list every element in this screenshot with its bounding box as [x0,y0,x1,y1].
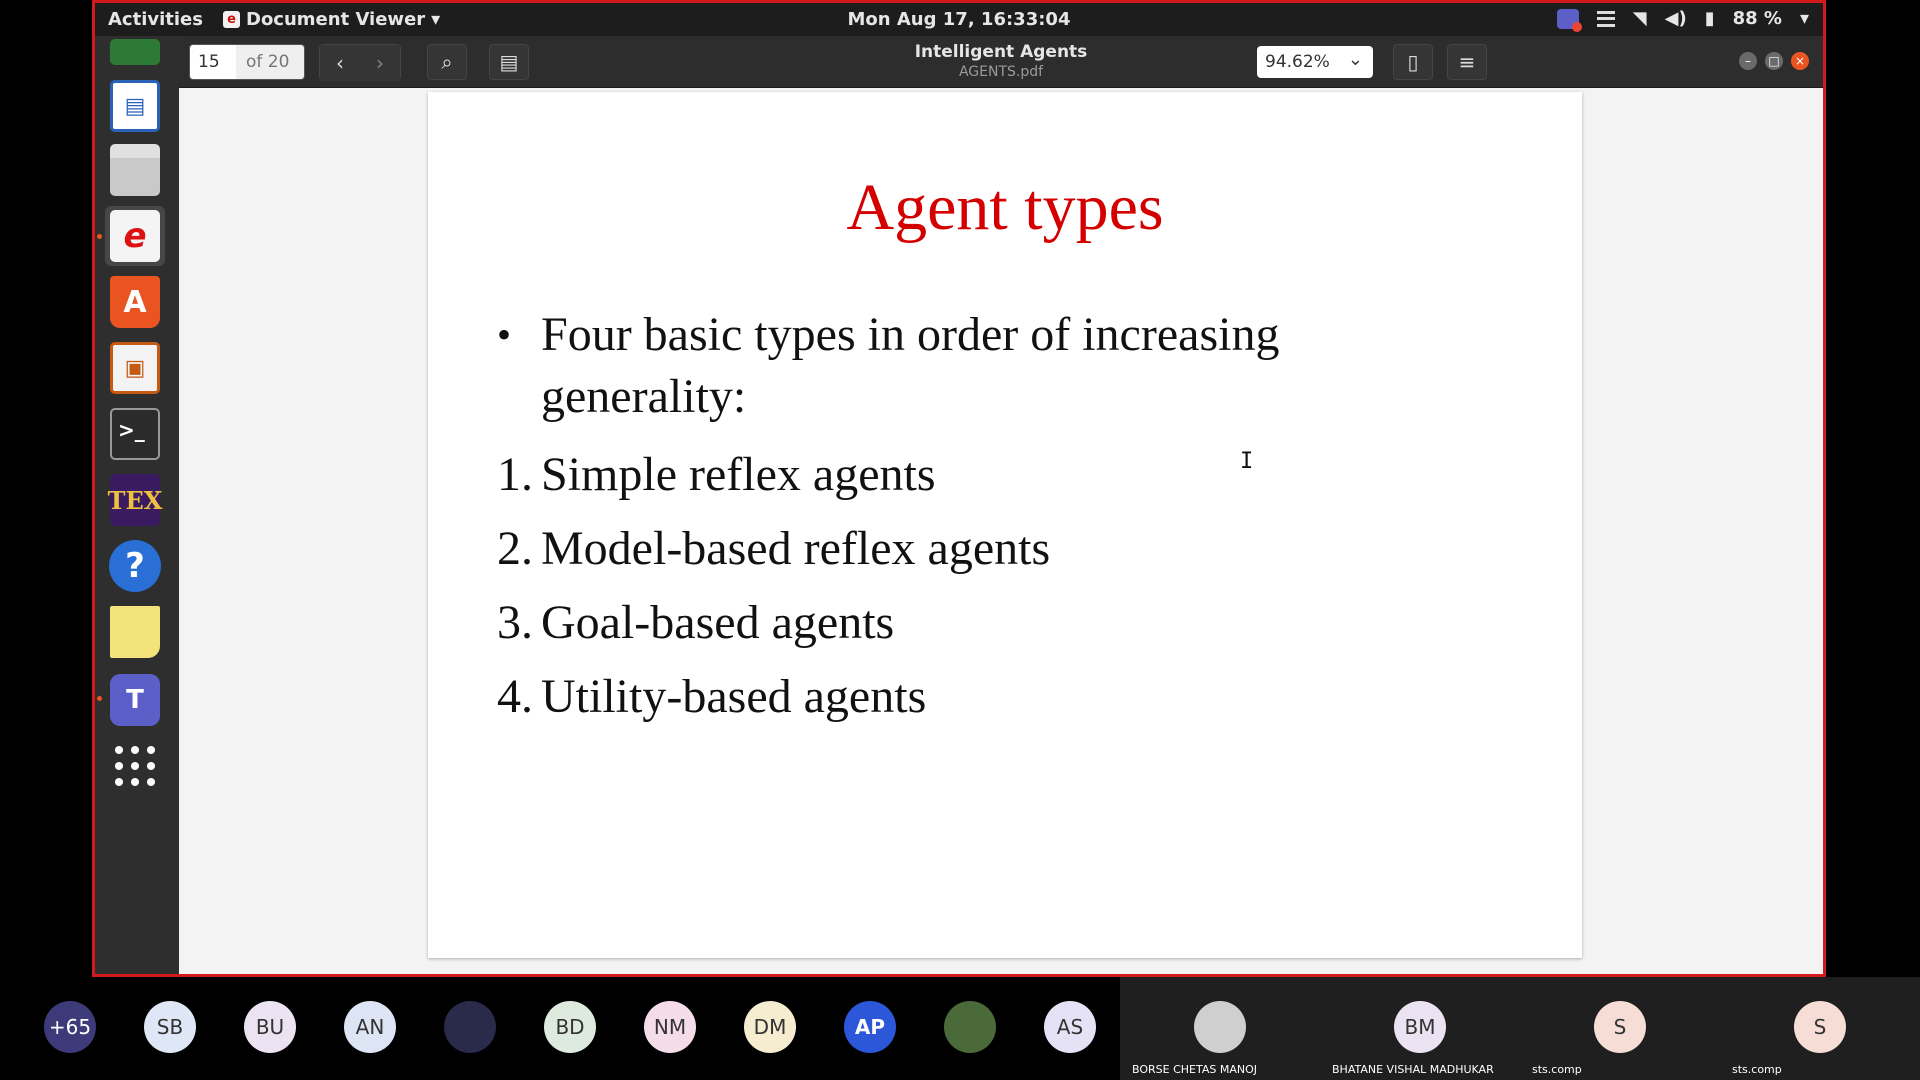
dock-item-impress[interactable]: ▣ [105,338,165,398]
participant-avatar [1194,1001,1246,1053]
participant-avatar[interactable]: AN [344,1001,396,1053]
dock-item-terminal[interactable]: >_ [105,404,165,464]
dock-item-document-viewer[interactable]: e [105,206,165,266]
dock-item-help[interactable]: ? [105,536,165,596]
zoom-level: 94.62% [1265,52,1330,72]
participant-avatar[interactable]: NM [644,1001,696,1053]
document-viewer-window: 15 of 20 ‹ › ⌕ ▤ Intelligent Agents AGEN… [179,36,1823,974]
shared-screen: Activities e Document Viewer ▾ Mon Aug 1… [92,0,1826,977]
dock-item-software[interactable]: A [105,272,165,332]
participant-tile[interactable]: Ssts.comp [1520,977,1720,1080]
libreoffice-calc-icon [110,39,160,65]
participant-avatar[interactable]: AP [844,1001,896,1053]
window-title: Intelligent Agents AGENTS.pdf [179,42,1823,80]
participant-avatar[interactable]: SB [144,1001,196,1053]
libreoffice-impress-icon: ▣ [110,342,160,394]
participant-avatar: BM [1394,1001,1446,1053]
more-participants-badge[interactable]: +65 [44,1001,96,1053]
close-button[interactable]: × [1791,52,1809,70]
continuous-view-button[interactable]: ▯ [1393,44,1433,80]
battery-level: 88 % [1732,8,1782,29]
show-applications-icon [115,746,155,786]
files-icon [110,144,160,196]
slide-title: Agent types [846,171,1164,244]
dock-item-show-applications[interactable] [105,736,165,796]
list-item: 3. Goal-based agents [497,596,895,649]
participant-bar: +65 SB BU AN BD NM DM AP AS BORSE CHETAS MANOJ BM… [0,977,1920,1080]
bullet-text: Four basic types in order of increasing … [541,308,1280,423]
main-menu-button[interactable]: ≡ [1447,44,1487,80]
wifi-icon[interactable]: ◥ [1633,8,1647,29]
minimize-button[interactable]: – [1739,52,1757,70]
participant-avatar[interactable]: DM [744,1001,796,1053]
participant-name: sts.comp [1732,1063,1782,1076]
ubuntu-software-icon: A [110,276,160,328]
zoom-selector[interactable]: 94.62% ⌄ [1257,46,1373,78]
dock-item-teams[interactable]: T [105,670,165,730]
dock-item-texmaker[interactable]: TEX [105,470,165,530]
window-controls: – □ × [1739,52,1809,70]
document-view-icon: ▯ [1407,50,1419,74]
document-filename: AGENTS.pdf [958,64,1044,80]
list-item: 2. Model-based reflex agents [497,522,1051,575]
slide-bullet: • Four basic types in order of increasin… [497,304,1397,428]
participant-avatar[interactable]: BU [244,1001,296,1053]
dock-item-notes[interactable] [105,602,165,662]
terminal-icon: >_ [110,408,160,460]
menu-indicator-icon[interactable] [1596,10,1615,27]
pdf-page[interactable]: Agent types • Four basic types in order … [428,92,1582,958]
dock-item-writer[interactable]: ▤ [105,76,165,136]
participant-avatar[interactable] [944,1001,996,1053]
hamburger-menu-icon: ≡ [1458,50,1476,74]
battery-icon[interactable]: ▮ [1705,8,1715,29]
participant-tile[interactable]: BORSE CHETAS MANOJ [1120,977,1320,1080]
participant-avatar[interactable] [444,1001,496,1053]
system-menu-caret-icon[interactable]: ▾ [1800,8,1809,29]
running-indicator [97,234,102,239]
dock-item-files[interactable] [105,140,165,200]
participant-name: BORSE CHETAS MANOJ [1132,1063,1258,1076]
help-icon: ? [109,540,161,592]
document-title: Intelligent Agents [914,42,1088,62]
participant-name: BHATANE VISHAL MADHUKAR [1332,1063,1494,1076]
dock: ▤ e A ▣ >_ TEX ? T [95,36,179,974]
maximize-button[interactable]: □ [1765,52,1783,70]
microsoft-teams-icon: T [110,674,160,726]
text-cursor-icon: I [1240,449,1254,474]
bullet-dot: • [497,312,512,357]
teams-tray-icon[interactable] [1556,8,1582,32]
header-bar: 15 of 20 ‹ › ⌕ ▤ Intelligent Agents AGEN… [179,36,1823,88]
sticky-notes-icon [110,606,160,658]
document-viewer-icon: e [110,210,160,262]
volume-icon[interactable]: ◀) [1665,8,1687,29]
participant-tile[interactable]: BM BHATANE VISHAL MADHUKAR [1320,977,1520,1080]
libreoffice-writer-icon: ▤ [110,80,160,132]
top-panel: Activities e Document Viewer ▾ Mon Aug 1… [95,3,1823,36]
texmaker-icon: TEX [108,474,162,526]
participant-avatar[interactable]: AS [1044,1001,1096,1053]
list-item: 1. Simple reflex agents [497,448,936,501]
participant-avatar[interactable]: BD [544,1001,596,1053]
running-indicator [97,696,102,701]
slide-list: 1. Simple reflex agents 2. Model-based ref… [497,447,1050,743]
participant-name: sts.comp [1532,1063,1582,1076]
participant-avatar: S [1594,1001,1646,1053]
chevron-down-icon: ⌄ [1347,49,1363,70]
participant-tile[interactable]: Ssts.comp [1720,977,1920,1080]
system-tray[interactable]: ◥ ◀) ▮ 88 % ▾ [1556,8,1809,32]
participant-avatar: S [1794,1001,1846,1053]
list-item: 4. Utility-based agents [497,670,927,723]
